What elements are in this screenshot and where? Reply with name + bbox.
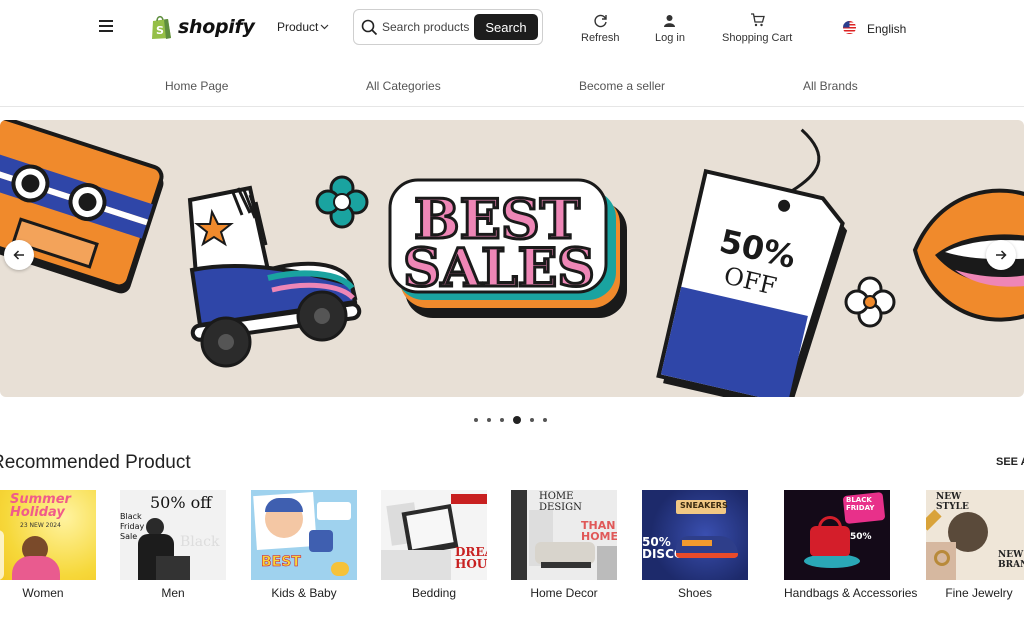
carousel-dot-active[interactable] bbox=[513, 416, 521, 424]
nav-home-page[interactable]: Home Page bbox=[165, 79, 228, 93]
white-flower-illustration bbox=[844, 276, 896, 328]
hero-banner[interactable]: BEST SALES 50% OFF bbox=[0, 120, 1024, 397]
thumb-sub: 50% bbox=[850, 532, 872, 542]
category-thumbnail: BEST bbox=[251, 490, 357, 580]
carousel-dot[interactable] bbox=[487, 418, 491, 422]
banner-headline-2: SALES bbox=[403, 238, 595, 299]
svg-text:S: S bbox=[156, 24, 164, 37]
price-tag-illustration: 50% OFF bbox=[656, 128, 848, 397]
shopping-cart-button[interactable]: Shopping Cart bbox=[722, 12, 792, 44]
best-sales-sticker: BEST SALES bbox=[388, 178, 627, 318]
category-home-decor[interactable]: HOME DESIGN THAN HOME Home Decor bbox=[511, 490, 617, 600]
menu-icon[interactable] bbox=[99, 20, 113, 34]
banner-prev-button[interactable] bbox=[4, 240, 34, 270]
logo-text: shopify bbox=[178, 16, 255, 38]
banner-next-button[interactable] bbox=[986, 240, 1016, 270]
search-input[interactable] bbox=[382, 20, 470, 34]
category-thumbnail: 50% off Black Friday Sale Black bbox=[120, 490, 226, 580]
category-label: Bedding bbox=[411, 586, 457, 600]
user-icon bbox=[663, 12, 676, 28]
thumb-sub: 50% DISCOUNT bbox=[642, 535, 712, 560]
category-bedding[interactable]: DREAM HOUSE Bedding bbox=[381, 490, 487, 600]
thumb-text: NEW STYLE bbox=[936, 492, 969, 512]
thumb-sub: THAN HOME bbox=[581, 519, 617, 543]
main-nav: Home Page All Categories Become a seller… bbox=[0, 58, 1024, 107]
thumb-text: 50% off bbox=[150, 493, 212, 512]
teal-flower-illustration bbox=[315, 175, 369, 229]
language-label: English bbox=[867, 22, 907, 36]
see-all-link[interactable]: SEE ALL bbox=[996, 456, 1024, 468]
nav-become-a-seller[interactable]: Become a seller bbox=[579, 79, 665, 93]
chevron-down-icon bbox=[320, 24, 329, 30]
category-label: Kids & Baby bbox=[271, 586, 337, 600]
search-bar: Search bbox=[353, 9, 543, 45]
cart-label: Shopping Cart bbox=[722, 32, 793, 44]
carousel-dot[interactable] bbox=[474, 418, 478, 422]
category-handbags-accessories[interactable]: BLACK FRIDAY 50% Handbags & Accessories bbox=[784, 490, 917, 600]
arrow-left-icon bbox=[13, 250, 24, 260]
thumb-text: BLACK FRIDAY bbox=[846, 496, 875, 512]
category-kids-baby[interactable]: BEST Kids & Baby bbox=[251, 490, 357, 600]
carousel-dot[interactable] bbox=[500, 418, 504, 422]
section-title: Recommended Product bbox=[0, 452, 191, 473]
thumb-text: Summer Holiday bbox=[10, 492, 71, 520]
category-thumbnail: HOME DESIGN THAN HOME bbox=[511, 490, 617, 580]
top-header: S shopify Product Search Refresh Log in … bbox=[0, 0, 1024, 58]
shopify-logo[interactable]: S shopify bbox=[150, 13, 255, 41]
refresh-button[interactable]: Refresh bbox=[581, 12, 620, 44]
thumb-text: SNEAKERS bbox=[680, 501, 728, 510]
category-label: Handbags & Accessories bbox=[784, 586, 918, 600]
category-label: Home Decor bbox=[530, 586, 598, 600]
search-button[interactable]: Search bbox=[474, 14, 538, 40]
thumb-sub: NEW BRAND bbox=[998, 550, 1024, 570]
thumb-text: DREAM HOUSE bbox=[455, 545, 487, 571]
category-shoes[interactable]: SNEAKERS 50% DISCOUNT Shoes bbox=[642, 490, 748, 600]
thumb-date: 23 NEW 2024 bbox=[20, 522, 61, 529]
language-selector[interactable]: English bbox=[843, 21, 906, 37]
cart-icon bbox=[750, 12, 765, 28]
category-men[interactable]: 50% off Black Friday Sale Black Men bbox=[120, 490, 226, 600]
category-label: Shoes bbox=[677, 586, 713, 600]
refresh-label: Refresh bbox=[581, 32, 620, 44]
banner-artwork: BEST SALES 50% OFF bbox=[0, 120, 1024, 397]
category-thumbnail: BLACK FRIDAY 50% bbox=[784, 490, 890, 580]
nav-all-brands[interactable]: All Brands bbox=[803, 79, 858, 93]
refresh-icon bbox=[593, 12, 608, 28]
carousel-dot[interactable] bbox=[543, 418, 547, 422]
category-label: Men bbox=[161, 586, 185, 600]
category-thumbnail: Summer Holiday 23 NEW 2024 bbox=[0, 490, 96, 580]
carousel-dot[interactable] bbox=[530, 418, 534, 422]
product-dropdown[interactable]: Product bbox=[277, 20, 329, 34]
category-women[interactable]: Summer Holiday 23 NEW 2024 Women bbox=[0, 490, 96, 600]
carousel-dots bbox=[474, 416, 556, 424]
login-button[interactable]: Log in bbox=[655, 12, 685, 44]
nav-all-categories[interactable]: All Categories bbox=[366, 79, 441, 93]
us-flag-icon bbox=[843, 21, 856, 37]
category-label: Women bbox=[22, 586, 64, 600]
category-thumbnail: SNEAKERS 50% DISCOUNT bbox=[642, 490, 748, 580]
thumb-text: HOME DESIGN bbox=[539, 491, 582, 513]
shopify-bag-icon: S bbox=[152, 15, 171, 39]
login-label: Log in bbox=[655, 32, 685, 44]
thumb-text: BEST bbox=[261, 554, 301, 571]
search-icon bbox=[361, 19, 378, 36]
arrow-right-icon bbox=[996, 250, 1007, 260]
cassette-illustration bbox=[0, 120, 164, 294]
category-thumbnail: DREAM HOUSE bbox=[381, 490, 487, 580]
category-thumbnail: NEW STYLE NEW BRAND bbox=[926, 490, 1024, 580]
category-label: Fine Jewelry bbox=[945, 586, 1013, 600]
category-fine-jewelry[interactable]: NEW STYLE NEW BRAND Fine Jewelry bbox=[926, 490, 1024, 600]
product-dropdown-label: Product bbox=[277, 20, 319, 34]
